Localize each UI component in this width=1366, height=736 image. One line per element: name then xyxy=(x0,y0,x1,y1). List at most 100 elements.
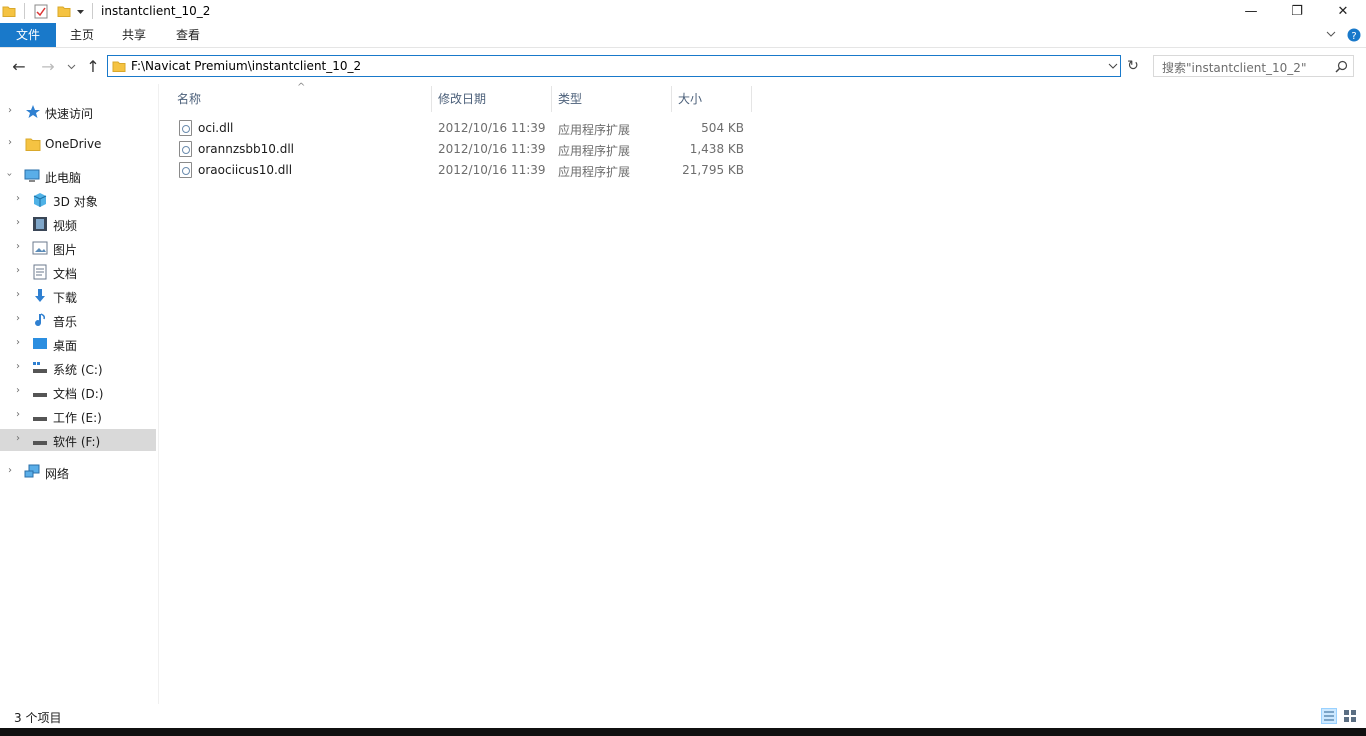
cube-icon xyxy=(33,193,47,207)
dll-file-icon xyxy=(179,162,192,178)
sidebar-item-3d-objects[interactable]: › 3D 对象 xyxy=(0,189,156,211)
video-icon xyxy=(33,217,47,231)
chevron-right-icon[interactable]: › xyxy=(16,193,20,204)
music-note-icon xyxy=(35,313,45,327)
drive-icon xyxy=(33,417,47,421)
file-name: orannzsbb10.dll xyxy=(198,142,294,156)
file-date: 2012/10/16 11:39 xyxy=(438,163,546,177)
tab-home[interactable]: 主页 xyxy=(62,23,102,47)
document-icon xyxy=(33,264,47,280)
chevron-right-icon[interactable]: › xyxy=(16,241,20,252)
new-folder-icon[interactable] xyxy=(57,4,71,18)
chevron-right-icon[interactable]: › xyxy=(16,409,20,420)
column-header-name[interactable]: 名称 xyxy=(177,88,427,110)
properties-icon[interactable] xyxy=(34,4,48,19)
star-icon xyxy=(26,105,40,118)
file-row[interactable]: oci.dll 2012/10/16 11:39 应用程序扩展 504 KB xyxy=(172,118,752,139)
sidebar-item-label: 桌面 xyxy=(53,339,78,353)
details-view-icon[interactable] xyxy=(1321,708,1337,724)
sidebar-item-label: OneDrive xyxy=(45,137,102,151)
divider xyxy=(24,3,25,19)
column-header-size[interactable]: 大小 xyxy=(678,88,748,110)
sidebar-item-quick-access[interactable]: › 快速访问 xyxy=(0,101,156,123)
column-divider[interactable] xyxy=(431,86,432,112)
refresh-icon[interactable]: ↻ xyxy=(1124,57,1142,75)
address-dropdown-icon[interactable] xyxy=(1108,63,1118,70)
svg-text:?: ? xyxy=(1351,31,1356,42)
search-icon[interactable] xyxy=(1335,60,1348,73)
tab-share[interactable]: 共享 xyxy=(114,23,154,47)
chevron-right-icon[interactable]: › xyxy=(16,217,20,228)
sidebar-item-this-pc[interactable]: › 此电脑 xyxy=(0,165,156,187)
file-name: oci.dll xyxy=(198,121,234,135)
address-input[interactable]: F:\Navicat Premium\instantclient_10_2 xyxy=(131,59,361,73)
sidebar-item-drive-c[interactable]: › 系统 (C:) xyxy=(0,357,156,379)
maximize-button[interactable]: ❐ xyxy=(1274,0,1320,23)
sidebar-item-label: 工作 (E:) xyxy=(53,411,102,425)
taskbar xyxy=(0,728,1366,736)
question-icon[interactable]: ? xyxy=(1347,28,1361,42)
network-icon xyxy=(24,464,40,478)
sidebar-item-documents[interactable]: › 文档 xyxy=(0,261,156,283)
chevron-down-icon[interactable] xyxy=(1326,31,1336,39)
sidebar-item-network[interactable]: › 网络 xyxy=(0,461,156,483)
chevron-right-icon[interactable]: › xyxy=(16,289,20,300)
sidebar-item-videos[interactable]: › 视频 xyxy=(0,213,156,235)
file-type: 应用程序扩展 xyxy=(558,165,631,179)
folder-icon xyxy=(2,6,16,17)
chevron-right-icon[interactable]: › xyxy=(8,137,12,148)
chevron-right-icon[interactable]: › xyxy=(16,313,20,324)
back-arrow-icon[interactable]: ← xyxy=(9,56,29,76)
folder-icon xyxy=(112,61,126,72)
chevron-right-icon[interactable]: › xyxy=(16,265,20,276)
sidebar-item-drive-d[interactable]: › 文档 (D:) xyxy=(0,381,156,403)
chevron-right-icon[interactable]: › xyxy=(16,433,20,444)
recent-locations-chevron-icon[interactable] xyxy=(67,64,76,70)
column-divider[interactable] xyxy=(751,86,752,112)
sidebar-item-desktop[interactable]: › 桌面 xyxy=(0,333,156,355)
file-date: 2012/10/16 11:39 xyxy=(438,121,546,135)
navigation-pane: › 快速访问 › OneDrive › 此电脑 › 3D 对象 › 视频 › 图… xyxy=(0,84,159,704)
sidebar-item-label: 图片 xyxy=(53,243,78,257)
file-row[interactable]: oraociicus10.dll 2012/10/16 11:39 应用程序扩展… xyxy=(172,160,752,181)
chevron-right-icon[interactable]: › xyxy=(16,337,20,348)
chevron-right-icon[interactable]: › xyxy=(16,361,20,372)
window-title: instantclient_10_2 xyxy=(101,4,211,18)
desktop-icon xyxy=(33,338,47,349)
chevron-right-icon[interactable]: › xyxy=(8,105,12,116)
customize-quick-access-icon[interactable] xyxy=(76,9,85,15)
chevron-right-icon[interactable]: › xyxy=(8,465,12,476)
computer-icon xyxy=(24,169,40,182)
sidebar-item-music[interactable]: › 音乐 xyxy=(0,309,156,331)
sidebar-item-downloads[interactable]: › 下载 xyxy=(0,285,156,307)
sidebar-item-drive-e[interactable]: › 工作 (E:) xyxy=(0,405,156,427)
download-icon xyxy=(35,289,45,302)
search-box[interactable]: 搜索"instantclient_10_2" xyxy=(1153,55,1354,77)
drive-icon xyxy=(33,441,47,445)
sidebar-item-onedrive[interactable]: › OneDrive xyxy=(0,133,156,155)
chevron-down-icon[interactable]: › xyxy=(4,173,15,177)
sidebar-item-label: 网络 xyxy=(45,467,70,481)
tab-view[interactable]: 查看 xyxy=(168,23,208,47)
close-button[interactable]: ✕ xyxy=(1320,0,1366,23)
file-name: oraociicus10.dll xyxy=(198,163,293,177)
chevron-right-icon[interactable]: › xyxy=(16,385,20,396)
up-arrow-icon[interactable]: ↑ xyxy=(83,56,103,76)
forward-arrow-icon[interactable]: → xyxy=(38,56,58,76)
column-divider[interactable] xyxy=(671,86,672,112)
address-bar[interactable]: F:\Navicat Premium\instantclient_10_2 xyxy=(107,55,1121,77)
sidebar-item-drive-f[interactable]: › 软件 (F:) xyxy=(0,429,156,451)
column-header-type[interactable]: 类型 xyxy=(558,88,666,110)
minimize-button[interactable]: — xyxy=(1228,0,1274,23)
sidebar-item-pictures[interactable]: › 图片 xyxy=(0,237,156,259)
file-size: 504 KB xyxy=(701,121,744,135)
file-row[interactable]: orannzsbb10.dll 2012/10/16 11:39 应用程序扩展 … xyxy=(172,139,752,160)
search-input[interactable]: 搜索"instantclient_10_2" xyxy=(1162,59,1306,76)
column-header-date[interactable]: 修改日期 xyxy=(438,88,546,110)
title-bar: instantclient_10_2 — ❐ ✕ xyxy=(0,0,1366,23)
dll-file-icon xyxy=(179,120,192,136)
column-divider[interactable] xyxy=(551,86,552,112)
tab-file[interactable]: 文件 xyxy=(0,23,56,47)
large-icons-view-icon[interactable] xyxy=(1342,708,1358,724)
sidebar-item-label: 文档 xyxy=(53,267,78,281)
